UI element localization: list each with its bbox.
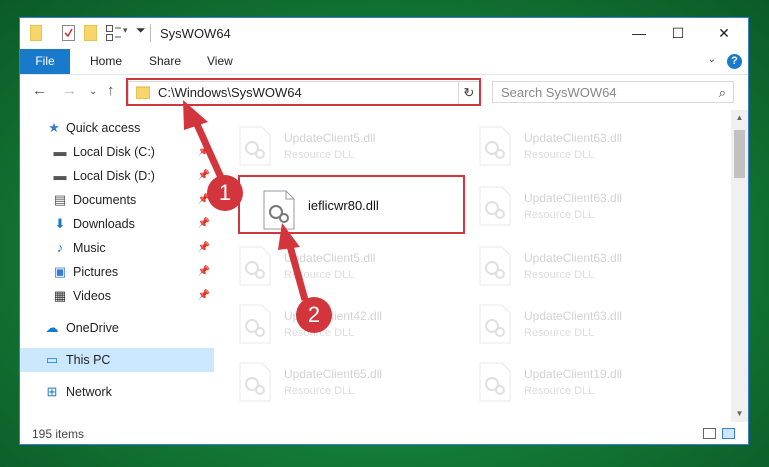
arrow-to-address-bar <box>183 100 227 184</box>
arrow-to-file <box>278 223 309 301</box>
annotation-arrows <box>183 100 309 301</box>
step-badge-1: 1 <box>207 175 243 211</box>
step-badge-2: 2 <box>296 297 332 333</box>
